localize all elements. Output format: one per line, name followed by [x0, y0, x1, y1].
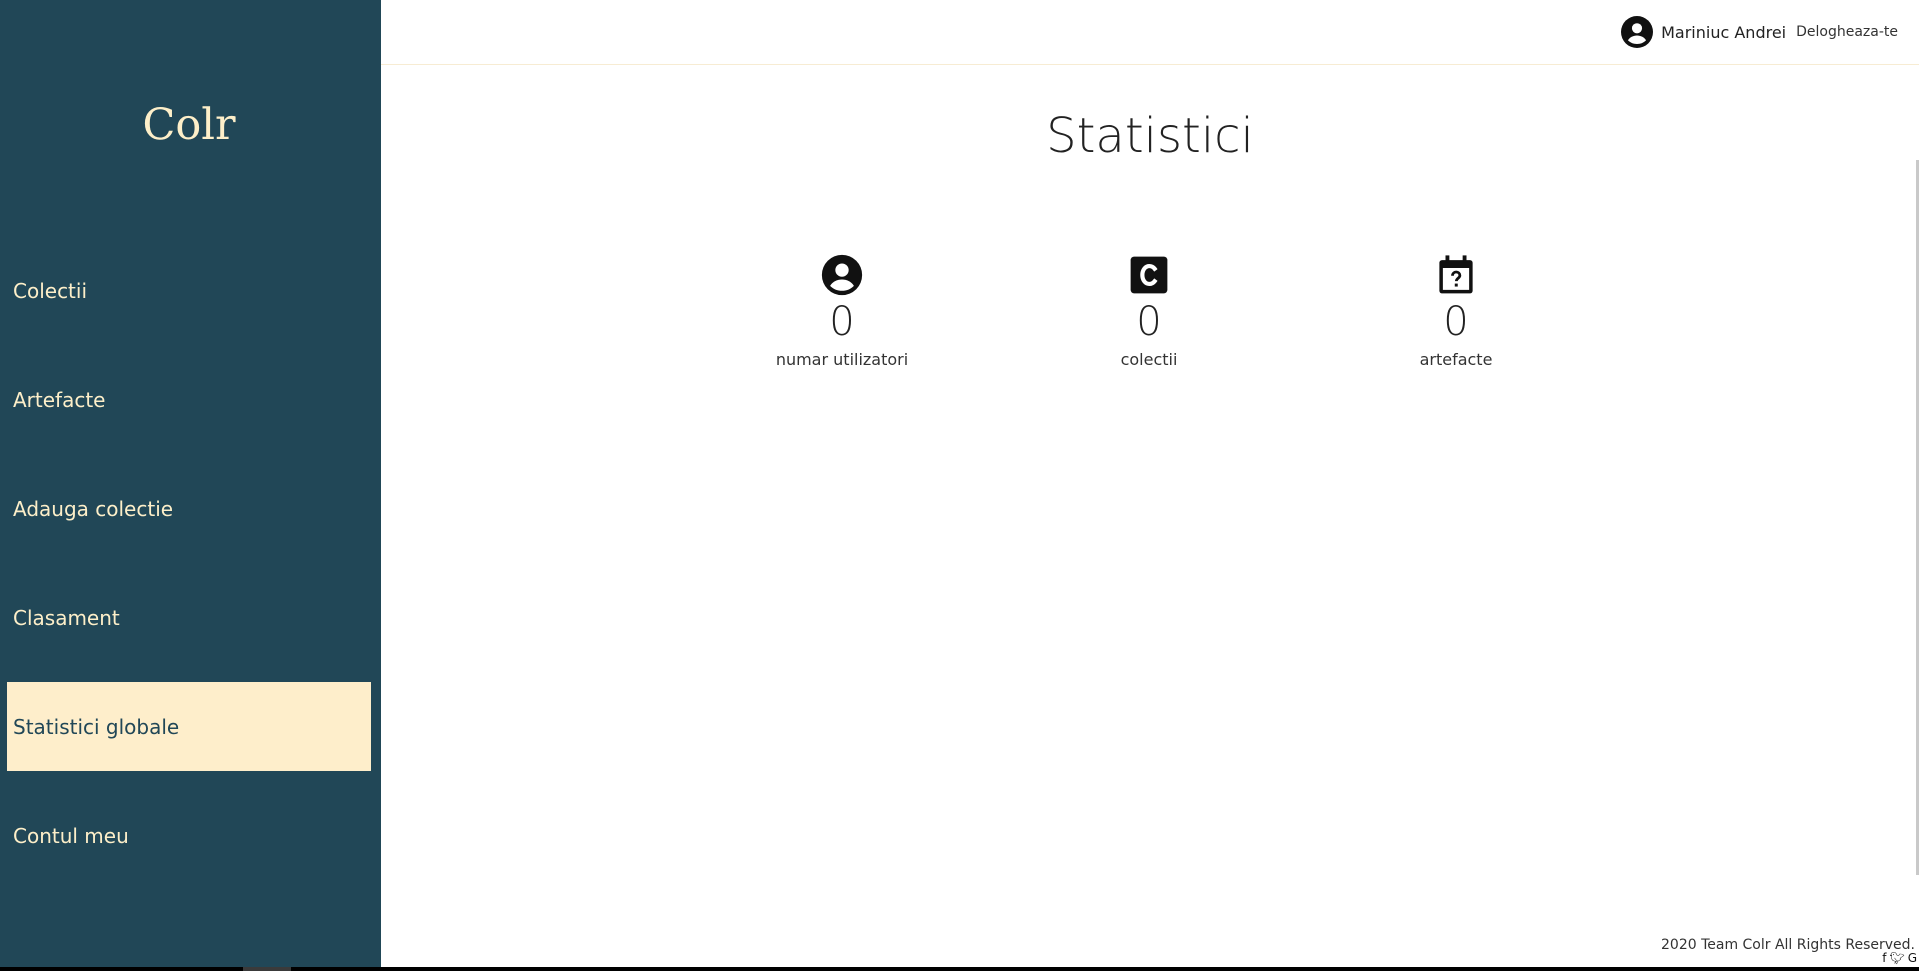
horizontal-scrollbar[interactable]: [0, 967, 1919, 971]
scrollbar-thumb[interactable]: [243, 967, 291, 971]
stat-collections: 0 colectii: [1059, 254, 1239, 369]
sidebar-item-artefacte[interactable]: Artefacte: [7, 355, 371, 444]
calendar-question-icon: [1439, 255, 1473, 294]
sidebar-item-clasament[interactable]: Clasament: [7, 573, 371, 662]
letter-c-box-icon: [1130, 256, 1168, 294]
app-window: Colr Colectii Artefacte Adauga colectie …: [0, 0, 1919, 971]
user-menu: Mariniuc Andrei Delogheaza-te: [1621, 15, 1898, 49]
sidebar-item-label: Adauga colectie: [13, 496, 174, 521]
sidebar-item-adauga-colectie[interactable]: Adauga colectie: [7, 464, 371, 553]
brand-logo[interactable]: Colr: [0, 100, 378, 150]
page-title: Statistici: [1046, 108, 1254, 164]
logout-link[interactable]: Delogheaza-te: [1796, 24, 1898, 40]
stat-label: artefacte: [1419, 350, 1493, 369]
sidebar-item-statistici-globale[interactable]: Statistici globale: [7, 682, 371, 771]
stat-label: colectii: [1120, 350, 1178, 369]
stat-label: numar utilizatori: [775, 350, 909, 369]
user-name[interactable]: Mariniuc Andrei: [1661, 23, 1786, 42]
top-header: Mariniuc Andrei Delogheaza-te: [381, 0, 1919, 65]
stat-users: 0 numar utilizatori: [752, 254, 932, 369]
facebook-icon[interactable]: f: [1882, 951, 1886, 965]
google-icon[interactable]: G: [1908, 951, 1917, 965]
stat-value: 0: [829, 299, 855, 345]
footer-copyright: 2020 Team Colr All Rights Reserved.: [1661, 937, 1915, 953]
stat-value: 0: [1443, 299, 1469, 345]
sidebar-item-label: Contul meu: [13, 823, 129, 848]
sidebar-item-label: Artefacte: [13, 387, 106, 412]
sidebar-item-label: Clasament: [13, 605, 120, 630]
twitter-icon[interactable]: 🐦︎: [1889, 951, 1904, 965]
sidebar-item-colectii[interactable]: Colectii: [7, 246, 371, 335]
stat-artefacts: 0 artefacte: [1366, 254, 1546, 369]
social-links: f 🐦︎ G: [1882, 951, 1917, 965]
sidebar-item-label: Statistici globale: [13, 714, 180, 739]
main-content: Mariniuc Andrei Delogheaza-te Statistici…: [381, 0, 1919, 967]
account-circle-icon: [821, 254, 863, 296]
sidebar-item-contul-meu[interactable]: Contul meu: [7, 791, 371, 880]
sidebar: Colr Colectii Artefacte Adauga colectie …: [0, 0, 381, 967]
sidebar-item-label: Colectii: [13, 278, 88, 303]
stat-value: 0: [1136, 299, 1162, 345]
account-circle-icon[interactable]: [1621, 16, 1654, 48]
